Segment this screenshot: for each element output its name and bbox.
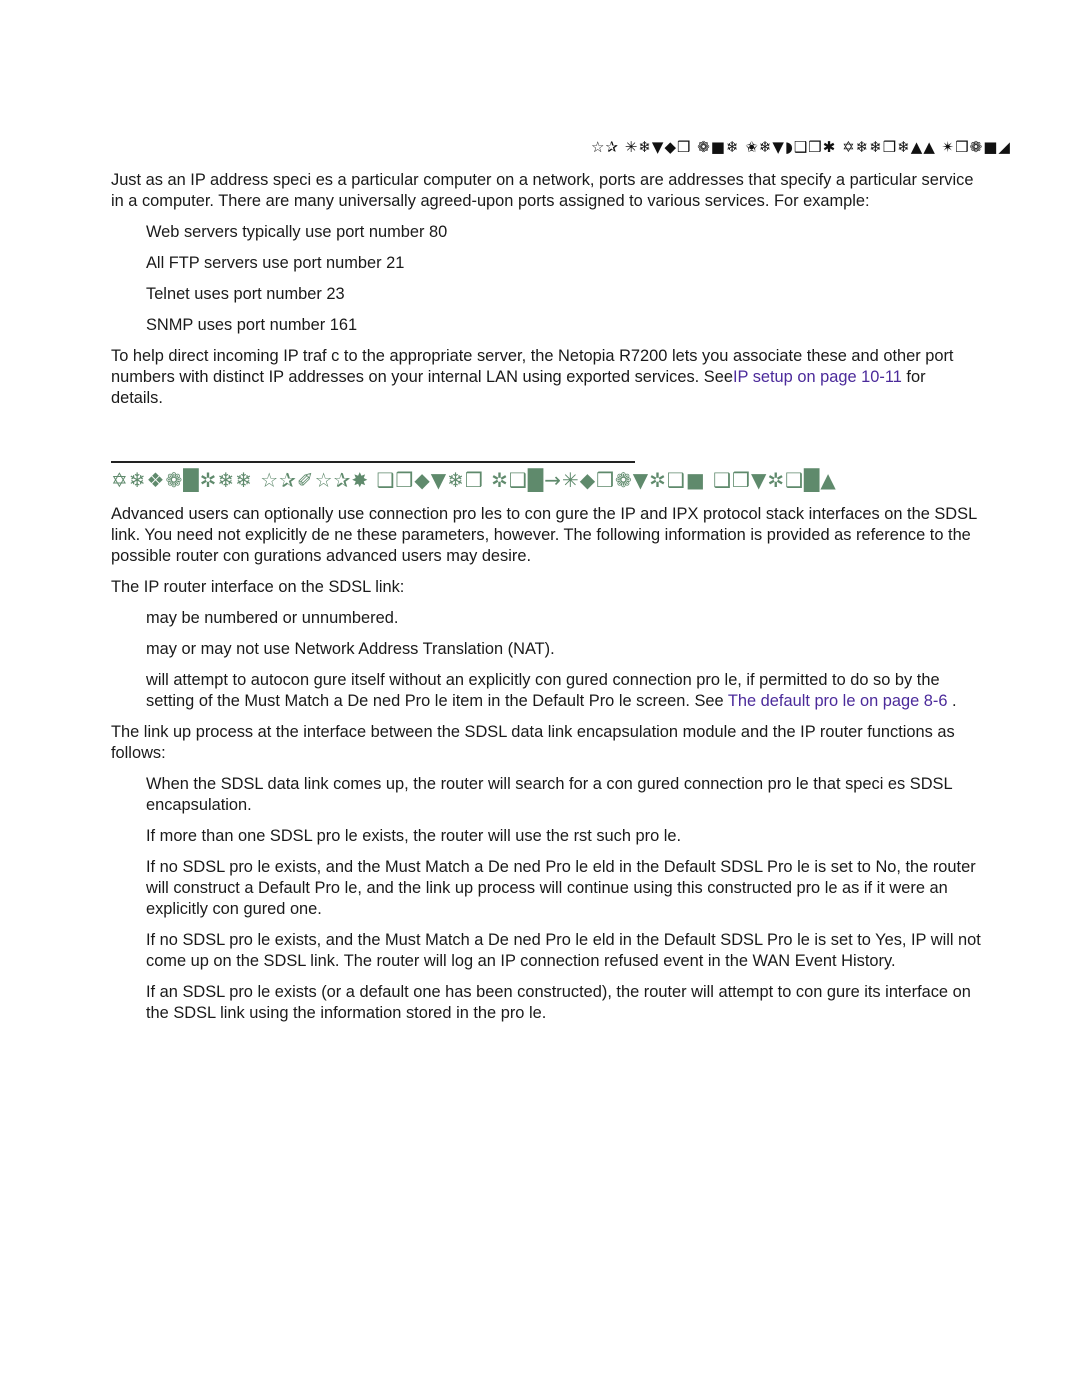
section-paragraph: The IP router interface on the SDSL link… bbox=[111, 578, 405, 596]
list-item: Web servers typically use port number 80 bbox=[146, 223, 448, 241]
list-item: If no SDSL pro le exists, and the Must M… bbox=[146, 931, 981, 970]
section-divider bbox=[111, 461, 635, 463]
list-item: may be numbered or unnumbered. bbox=[146, 609, 399, 627]
section-paragraph: Advanced users can optionally use connec… bbox=[111, 505, 977, 565]
list-item: will attempt to autocon gure itself with… bbox=[146, 670, 981, 712]
list-item: If an SDSL pro le exists (or a default o… bbox=[146, 983, 971, 1022]
list-item: Telnet uses port number 23 bbox=[146, 285, 345, 303]
section-heading: ✡❄❖❁█✲❄❄ ☆✰✐☆✰✸ ❑❒◆▼❄❒ ✲❑█→✳◆❒❁▼✲❑■ ❑❒▼✲… bbox=[111, 468, 837, 492]
help-paragraph: To help direct incoming IP traf c to the… bbox=[111, 346, 981, 409]
list-item: When the SDSL data link comes up, the ro… bbox=[146, 775, 952, 814]
list-item: If no SDSL pro le exists, and the Must M… bbox=[146, 858, 976, 918]
ip-setup-link[interactable]: IP setup on page 10-11 bbox=[733, 368, 902, 386]
section-paragraph: The link up process at the interface bet… bbox=[111, 723, 955, 762]
list-item: SNMP uses port number 161 bbox=[146, 316, 358, 334]
advanced-section: Advanced users can optionally use connec… bbox=[111, 504, 981, 1034]
running-head: ☆✰ ✳❄▼◆❒ ❁■❄ ✬❄▼◗❑❒✱ ✡❄❄❒❄▲▲ ✴❒❁■◢ bbox=[591, 138, 1011, 156]
list-item: All FTP servers use port number 21 bbox=[146, 254, 405, 272]
default-profile-link[interactable]: The default pro le on page 8-6 bbox=[728, 692, 948, 710]
list-item: If more than one SDSL pro le exists, the… bbox=[146, 827, 682, 845]
item-text-after: . bbox=[947, 692, 957, 710]
list-item: may or may not use Network Address Trans… bbox=[146, 640, 555, 658]
intro-section: Just as an IP address speci es a particu… bbox=[111, 170, 981, 419]
intro-paragraph: Just as an IP address speci es a particu… bbox=[111, 171, 974, 210]
